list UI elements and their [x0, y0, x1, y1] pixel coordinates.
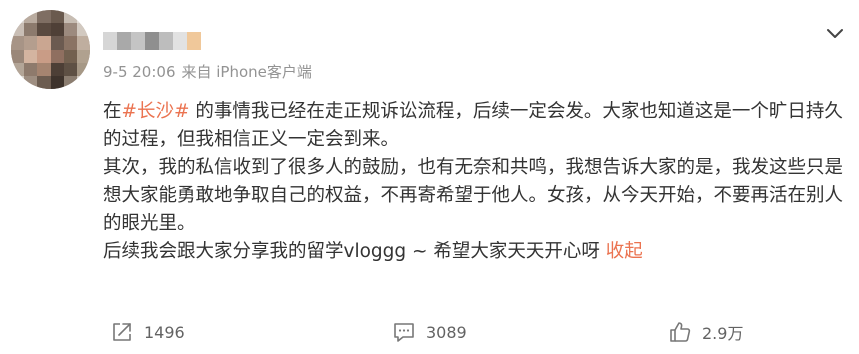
collapse-link[interactable]: 收起: [606, 241, 643, 262]
comment-count: 3089: [426, 322, 467, 342]
username-blurred[interactable]: [103, 32, 201, 50]
content-paragraph-1: 在#长沙# 的事情我已经在走正规诉讼流程，后续一定会发。大家也知道这是一个旷日持…: [103, 101, 843, 150]
like-button[interactable]: 2.9万: [668, 318, 743, 346]
share-icon: [110, 320, 134, 344]
post-date[interactable]: 9-5 20:06: [103, 62, 176, 82]
repost-count: 1496: [144, 322, 185, 342]
repost-button[interactable]: 1496: [110, 318, 185, 346]
like-count: 2.9万: [702, 324, 744, 343]
weibo-post: 9-5 20:06 来自 iPhone客户端 在#长沙# 的事情我已经在走正规诉…: [0, 0, 859, 354]
comment-button[interactable]: 3089: [392, 318, 467, 346]
post-source: 来自 iPhone客户端: [181, 63, 312, 81]
comment-icon: [392, 320, 416, 344]
content-paragraph-2: 其次，我的私信收到了很多人的鼓励，也有无奈和共鸣，我想告诉大家的是，我发这些只是…: [103, 157, 844, 234]
chevron-down-icon[interactable]: [826, 25, 844, 38]
post-content: 在#长沙# 的事情我已经在走正规诉讼流程，后续一定会发。大家也知道这是一个旷日持…: [103, 98, 848, 266]
thumbs-up-icon: [668, 320, 692, 344]
content-paragraph-3: 后续我会跟大家分享我的留学vloggg ~ 希望大家天天开心呀 收起: [103, 241, 643, 262]
action-bar: 1496 3089 2.9万: [0, 318, 859, 346]
hashtag-link[interactable]: #长沙#: [122, 101, 190, 122]
post-meta: 9-5 20:06 来自 iPhone客户端: [103, 62, 312, 82]
avatar[interactable]: [11, 10, 90, 89]
